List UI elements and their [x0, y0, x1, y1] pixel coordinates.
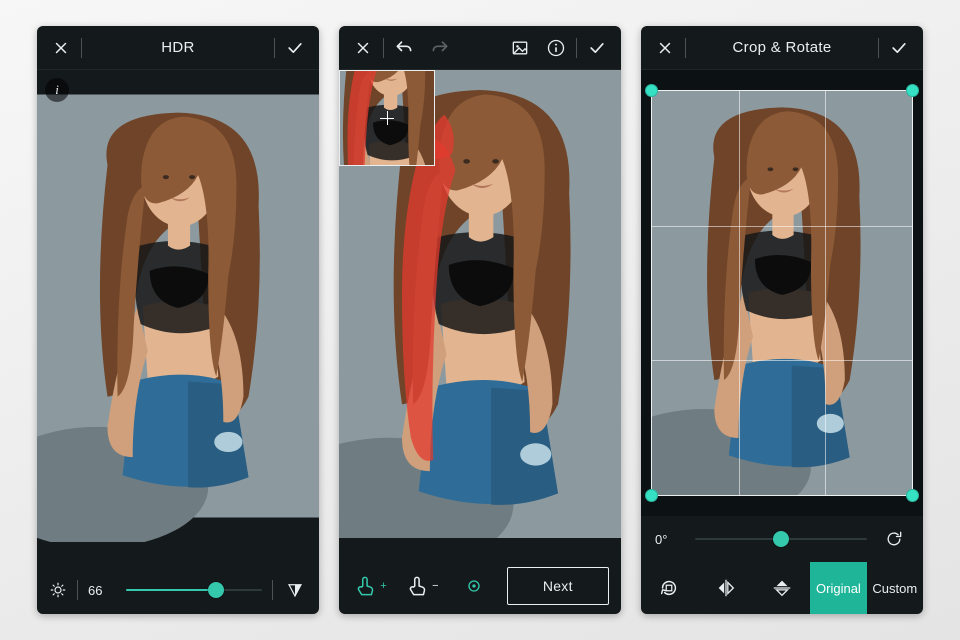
- topbar: [339, 26, 621, 70]
- invert-triangle-icon[interactable]: [283, 578, 307, 602]
- portrait-image: [37, 70, 319, 542]
- divider: [274, 38, 275, 58]
- crop-handle-br[interactable]: [906, 489, 919, 502]
- info-icon[interactable]: [538, 26, 574, 70]
- flip-horizontal-icon[interactable]: [697, 562, 753, 614]
- info-icon[interactable]: i: [45, 78, 69, 102]
- slider-knob[interactable]: [773, 531, 789, 547]
- screen-hdr: HDR i 66: [37, 26, 319, 614]
- divider: [383, 38, 384, 58]
- slider-fill: [126, 589, 216, 591]
- close-icon[interactable]: [43, 26, 79, 70]
- close-icon[interactable]: [345, 26, 381, 70]
- mode-original-button[interactable]: Original: [810, 562, 866, 614]
- mode-label: Original: [816, 581, 861, 596]
- redo-icon[interactable]: [422, 26, 458, 70]
- topbar: HDR: [37, 26, 319, 70]
- brush-remove-icon[interactable]: −: [403, 566, 441, 606]
- checkmark-icon[interactable]: [579, 26, 615, 70]
- screen-crop: Crop & Rotate 0°: [641, 26, 923, 614]
- rotate-degree: 0°: [655, 532, 683, 547]
- screen-brush: + − Next: [339, 26, 621, 614]
- rotate-row: 0°: [641, 516, 923, 562]
- magnifier-preview: [339, 70, 435, 166]
- checkmark-icon[interactable]: [881, 26, 917, 70]
- reset-icon[interactable]: [879, 529, 909, 549]
- photo-canvas[interactable]: i: [37, 70, 319, 542]
- crop-handle-tr[interactable]: [906, 84, 919, 97]
- brightness-row: 66: [37, 566, 319, 614]
- screen-title: HDR: [84, 39, 272, 56]
- divider: [272, 580, 273, 600]
- brush-size-icon[interactable]: [455, 566, 493, 606]
- divider: [685, 38, 686, 58]
- next-button[interactable]: Next: [507, 567, 609, 605]
- screen-title: Crop & Rotate: [688, 39, 876, 56]
- crop-mode-row: Original Custom: [641, 562, 923, 614]
- rotate-icon[interactable]: [641, 562, 697, 614]
- crop-canvas[interactable]: [641, 70, 923, 516]
- rotate-slider[interactable]: [695, 527, 867, 551]
- brush-add-icon[interactable]: +: [351, 566, 389, 606]
- crop-grid[interactable]: [651, 90, 913, 496]
- brightness-value: 66: [88, 583, 116, 598]
- brush-toolbar: + − Next: [339, 558, 621, 614]
- divider: [576, 38, 577, 58]
- photo-canvas[interactable]: [339, 70, 621, 538]
- brightness-slider[interactable]: [126, 578, 262, 602]
- image-icon[interactable]: [502, 26, 538, 70]
- next-label: Next: [543, 578, 573, 594]
- mode-label: Custom: [872, 581, 917, 596]
- divider: [77, 580, 78, 600]
- divider: [81, 38, 82, 58]
- topbar: Crop & Rotate: [641, 26, 923, 70]
- close-icon[interactable]: [647, 26, 683, 70]
- divider: [878, 38, 879, 58]
- mode-custom-button[interactable]: Custom: [867, 562, 923, 614]
- crop-handle-tl[interactable]: [645, 84, 658, 97]
- undo-icon[interactable]: [386, 26, 422, 70]
- flip-vertical-icon[interactable]: [754, 562, 810, 614]
- brightness-icon: [49, 581, 67, 599]
- checkmark-icon[interactable]: [277, 26, 313, 70]
- crop-handle-bl[interactable]: [645, 489, 658, 502]
- slider-knob[interactable]: [208, 582, 224, 598]
